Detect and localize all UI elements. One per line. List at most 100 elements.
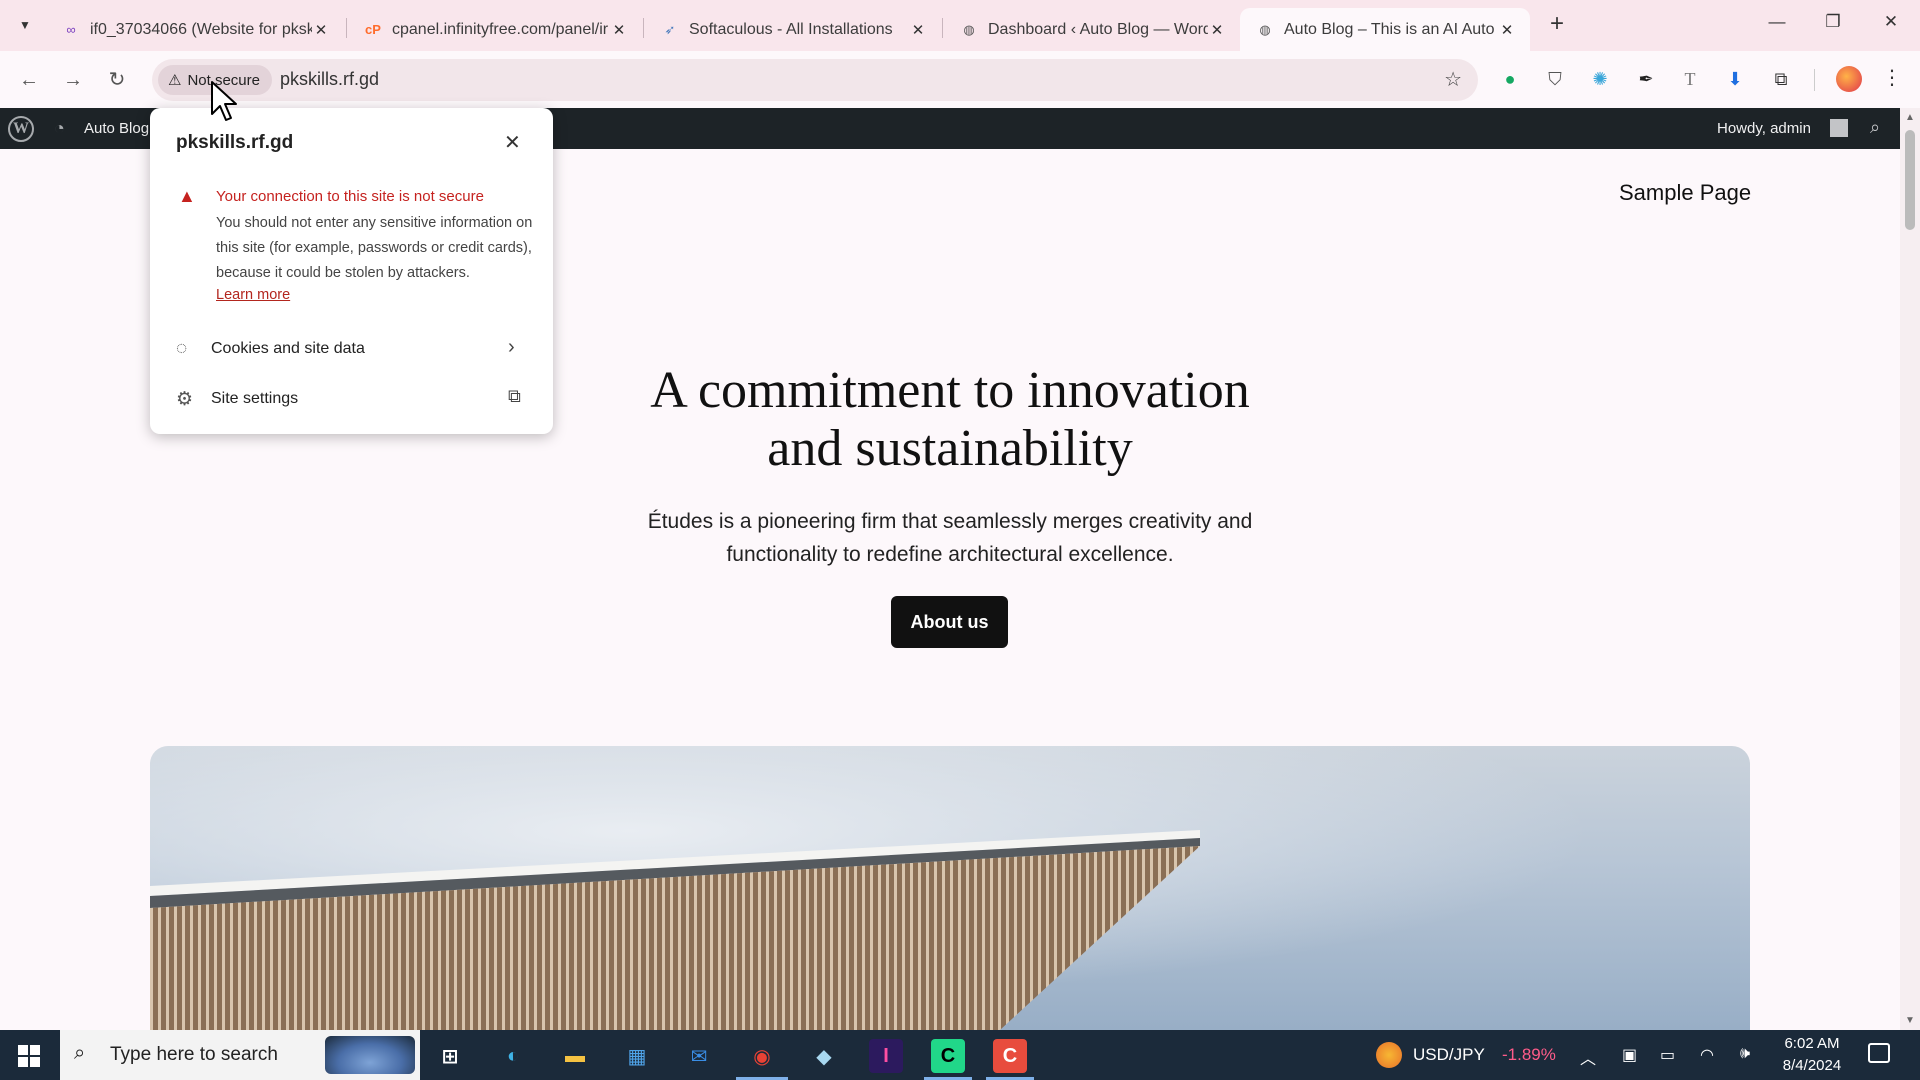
- edge-browser-icon[interactable]: ◐: [496, 1039, 530, 1073]
- close-icon[interactable]: ✕: [1498, 21, 1516, 39]
- browser-toolbar: ← → ↻ ⚠ Not secure pkskills.rf.gd ☆ ● ⛉ …: [0, 51, 1920, 108]
- warning-icon: ⚠: [168, 72, 182, 89]
- volume-icon[interactable]: 🕪: [1740, 1045, 1750, 1063]
- bookmark-star-icon[interactable]: ☆: [1444, 67, 1462, 92]
- tab-search-button[interactable]: ▼: [10, 10, 40, 40]
- battery-icon[interactable]: ▭: [1660, 1045, 1675, 1065]
- tab-softaculous[interactable]: ➶ Softaculous - All Installations ✕: [645, 8, 941, 51]
- tab-cpanel[interactable]: cP cpanel.infinityfree.com/panel/ir ✕: [348, 8, 642, 51]
- text-extension-icon[interactable]: T: [1678, 67, 1702, 91]
- tab-infinityfree[interactable]: ∞ if0_37034066 (Website for pksk ✕: [46, 8, 344, 51]
- camtasia-green-icon[interactable]: C: [931, 1039, 965, 1073]
- extensions-puzzle-icon[interactable]: ⧉: [1769, 67, 1793, 91]
- minimize-button[interactable]: —: [1762, 12, 1792, 38]
- connection-warning-title: Your connection to this site is not secu…: [216, 188, 484, 205]
- learn-more-link[interactable]: Learn more: [216, 287, 290, 303]
- chevron-up-icon[interactable]: ︿: [1580, 1045, 1596, 1069]
- reload-button[interactable]: ↻: [102, 65, 132, 95]
- about-us-button[interactable]: About us: [891, 596, 1008, 648]
- task-view-icon[interactable]: ⊞: [433, 1039, 467, 1073]
- hero-title-line: and sustainability: [767, 420, 1133, 477]
- notification-center-icon[interactable]: [1868, 1043, 1890, 1063]
- restore-button[interactable]: ❐: [1818, 12, 1848, 38]
- camtasia-red-icon[interactable]: C: [993, 1039, 1027, 1073]
- wifi-icon[interactable]: ◠: [1700, 1045, 1714, 1065]
- windows-taskbar: ⌕ Type here to search ⊞ ◐ ▬ ▦ ✉ ◉ ◆ I C …: [0, 1030, 1920, 1080]
- close-icon[interactable]: ✕: [504, 130, 521, 155]
- tab-title: if0_37034066 (Website for pksk: [90, 20, 312, 38]
- close-window-button[interactable]: ✕: [1876, 12, 1906, 38]
- new-tab-button[interactable]: +: [1544, 12, 1570, 38]
- globe-icon: ◍: [963, 21, 975, 37]
- tab-auto-blog[interactable]: ◍ Auto Blog – This is an AI Auto B ✕: [1240, 8, 1530, 51]
- cookie-icon: ◌: [176, 338, 188, 359]
- site-info-popup: pkskills.rf.gd ✕ ▲ Your connection to th…: [150, 108, 553, 434]
- row-label: Site settings: [211, 390, 299, 407]
- ai-extension-icon[interactable]: ✺: [1588, 67, 1612, 91]
- clock-date[interactable]: 8/4/2024: [1776, 1057, 1848, 1074]
- hero-title-line: A commitment to innovation: [650, 362, 1250, 419]
- back-button[interactable]: ←: [14, 65, 44, 95]
- admin-bar-site-name[interactable]: Auto Blog: [84, 120, 149, 137]
- warning-triangle-icon: ▲: [178, 186, 196, 206]
- arrow-right-icon: →: [63, 69, 83, 91]
- meet-now-icon[interactable]: ▣: [1622, 1045, 1637, 1065]
- close-icon[interactable]: ✕: [610, 21, 628, 39]
- grammarly-icon[interactable]: ●: [1498, 67, 1522, 91]
- minimize-icon: —: [1768, 12, 1786, 31]
- ticker-symbol[interactable]: USD/JPY: [1413, 1045, 1485, 1065]
- hero-description: Études is a pioneering firm that seamles…: [610, 505, 1290, 571]
- tab-title: Auto Blog – This is an AI Auto B: [1284, 20, 1498, 38]
- windows-start-icon[interactable]: [18, 1045, 40, 1067]
- tab-separator: [643, 18, 644, 38]
- search-icon: ⌕: [74, 1042, 86, 1064]
- tab-dashboard[interactable]: ◍ Dashboard ‹ Auto Blog — Word ✕: [944, 8, 1240, 51]
- restore-icon: ❐: [1825, 12, 1841, 31]
- forward-button[interactable]: →: [58, 65, 88, 95]
- download-icon[interactable]: ⬇: [1723, 67, 1747, 91]
- avatar[interactable]: [1830, 119, 1848, 137]
- scroll-up-icon[interactable]: ▲: [1905, 112, 1915, 123]
- file-explorer-icon[interactable]: ▬: [558, 1039, 592, 1073]
- admin-bar-howdy[interactable]: Howdy, admin: [1717, 120, 1811, 137]
- tab-separator: [942, 18, 943, 38]
- kebab-menu-icon[interactable]: ⋮: [1882, 65, 1902, 90]
- scrollbar-thumb[interactable]: [1905, 130, 1915, 230]
- toolbar-separator: [1814, 69, 1815, 91]
- microsoft-store-icon[interactable]: ▦: [620, 1039, 654, 1073]
- search-highlight-image: [325, 1036, 415, 1074]
- close-icon[interactable]: ✕: [909, 21, 927, 39]
- site-settings-row[interactable]: ⚙ Site settings ⧉: [150, 376, 553, 422]
- tab-title: Softaculous - All Installations: [689, 20, 893, 38]
- gear-icon: ⚙: [176, 389, 194, 410]
- ticker-change[interactable]: -1.89%: [1502, 1045, 1556, 1065]
- reload-icon: ↻: [108, 69, 126, 91]
- cookies-and-site-data-row[interactable]: ◌ Cookies and site data ›: [150, 326, 553, 372]
- close-icon[interactable]: ✕: [312, 21, 330, 39]
- mail-icon[interactable]: ✉: [682, 1039, 716, 1073]
- wordpress-logo-icon[interactable]: W: [8, 116, 34, 142]
- nav-sample-page-link[interactable]: Sample Page: [1619, 180, 1751, 206]
- softaculous-icon: ➶: [664, 21, 676, 37]
- search-placeholder: Type here to search: [110, 1044, 278, 1065]
- tab-title: Dashboard ‹ Auto Blog — Word: [988, 20, 1208, 38]
- taskbar-search-box[interactable]: ⌕ Type here to search: [60, 1030, 420, 1080]
- hero-building-image: [150, 746, 1750, 1030]
- shield-check-icon[interactable]: ⛉: [1543, 67, 1567, 91]
- notepad-icon[interactable]: ◆: [807, 1039, 841, 1073]
- scroll-down-icon[interactable]: ▼: [1905, 1015, 1915, 1026]
- tab-separator: [346, 18, 347, 38]
- url-text[interactable]: pkskills.rf.gd: [280, 69, 379, 90]
- close-icon: ✕: [1883, 12, 1899, 31]
- close-icon[interactable]: ✕: [1208, 21, 1226, 39]
- connection-warning-body: You should not enter any sensitive infor…: [216, 215, 533, 281]
- profile-avatar[interactable]: [1836, 66, 1862, 92]
- search-icon[interactable]: ⌕: [1870, 117, 1880, 138]
- eyedropper-icon[interactable]: ✒: [1634, 67, 1658, 91]
- currency-widget-icon[interactable]: [1376, 1042, 1402, 1068]
- address-bar[interactable]: ⚠ Not secure pkskills.rf.gd ☆: [152, 59, 1478, 101]
- jetbrains-ide-icon[interactable]: I: [869, 1039, 903, 1073]
- chrome-icon[interactable]: ◉: [745, 1039, 779, 1073]
- clock-time[interactable]: 6:02 AM: [1784, 1035, 1840, 1052]
- vertical-scrollbar[interactable]: ▲ ▼: [1900, 108, 1920, 1030]
